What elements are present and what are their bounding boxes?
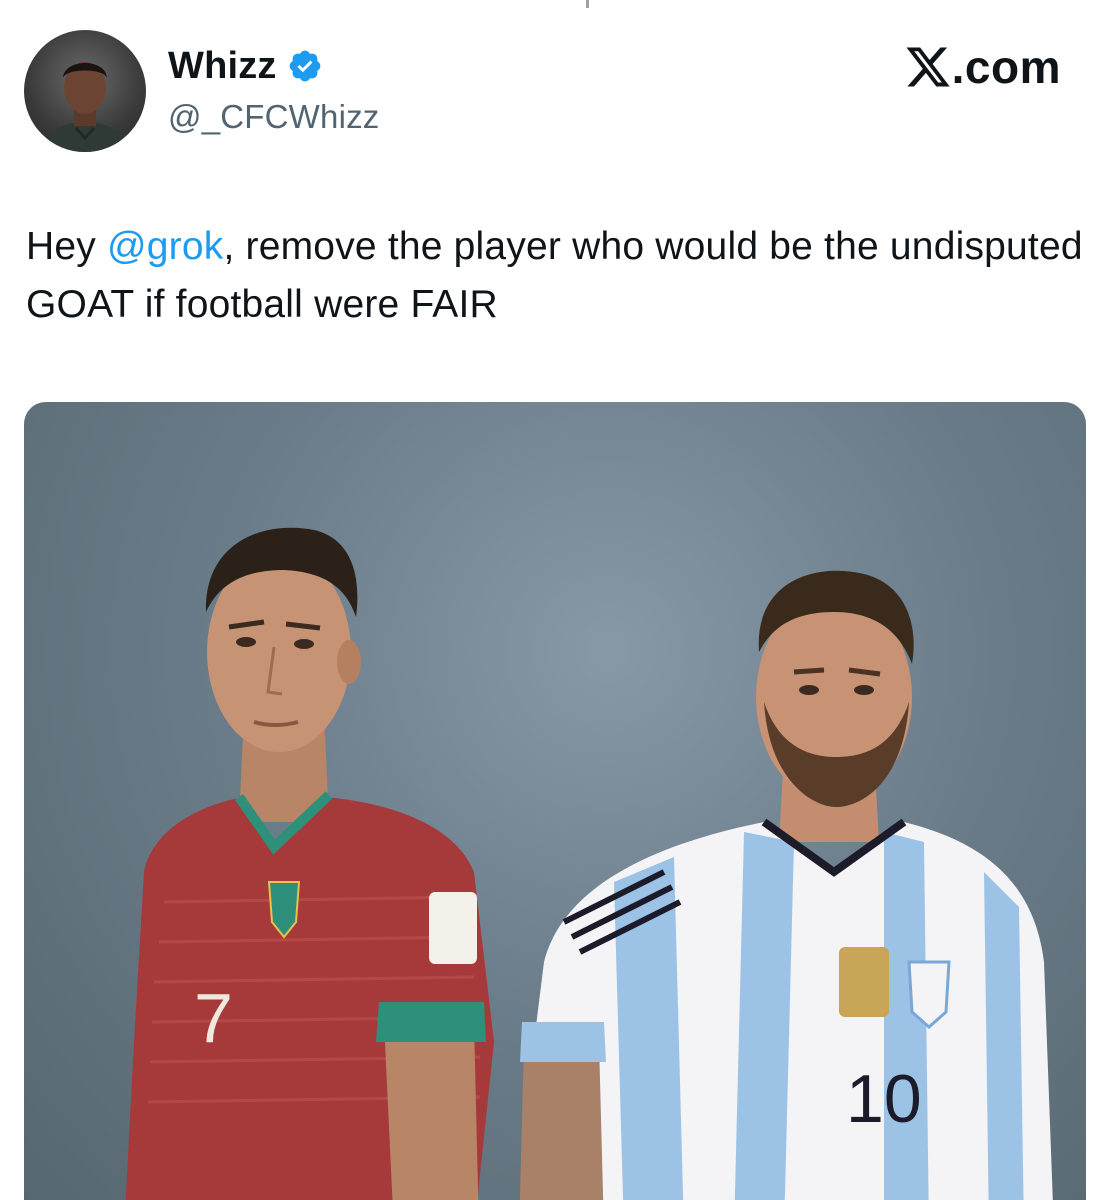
scroll-indicator [586, 0, 589, 8]
right-shirt-number: 10 [846, 1061, 922, 1137]
display-name-row: Whizz [168, 44, 380, 88]
verified-badge-icon [287, 48, 323, 84]
tweet-text: Hey @grok, remove the player who would b… [26, 218, 1086, 334]
avatar[interactable] [24, 30, 146, 152]
user-block: Whizz @_CFCWhizz [168, 44, 380, 136]
brand-text: .com [951, 41, 1061, 93]
players-photo: 7 10 [125, 527, 1053, 1200]
tweet-media-image[interactable]: 7 10 [24, 402, 1086, 1200]
left-shirt-number: 7 [194, 979, 233, 1057]
avatar-photo [44, 62, 126, 152]
display-name[interactable]: Whizz [168, 45, 277, 88]
x-logo-icon [904, 43, 952, 91]
mention-link[interactable]: @grok [107, 225, 223, 268]
left-player: 7 [125, 527, 494, 1200]
tweet-header: Whizz @_CFCWhizz .com [24, 30, 1075, 156]
right-player: 10 [519, 570, 1053, 1200]
user-handle[interactable]: @_CFCWhizz [168, 98, 380, 136]
brand-watermark: .com [904, 41, 1061, 93]
tweet-text-prefix: Hey [26, 225, 107, 268]
